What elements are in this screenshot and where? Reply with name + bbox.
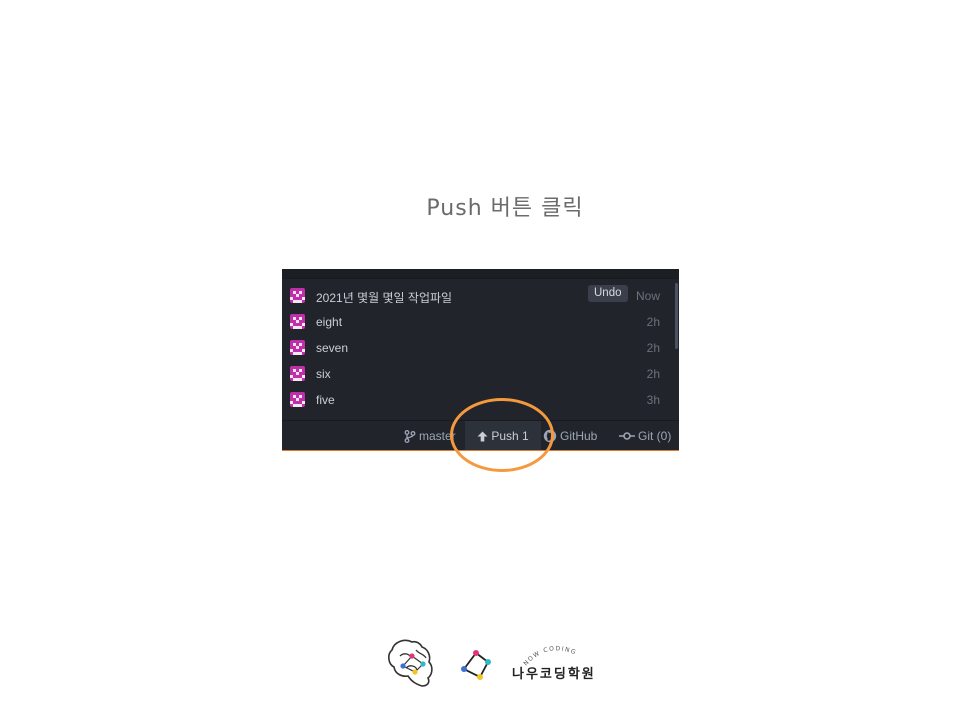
panel-top-bar [282,269,679,279]
commit-time: 2h [646,367,660,381]
git-button[interactable]: Git (0) [619,421,672,450]
commit-message: seven [316,341,349,355]
commit-row[interactable]: eight 2h [282,309,672,335]
git-label: Git (0) [638,429,672,443]
brain-logo-icon [388,639,433,687]
commit-row[interactable]: 2021년 몇월 몇일 작업파일 Undo Now [282,283,672,309]
commit-message: eight [316,315,343,329]
commit-time: 3h [646,393,660,407]
branch-button[interactable]: master [404,421,456,450]
commit-message: five [316,393,335,407]
avatar [290,366,305,381]
slide: Push 버튼 클릭 2021년 몇월 몇일 작업파일 Undo Now eig… [0,0,960,720]
github-label: GitHub [560,429,598,443]
avatar [290,314,305,329]
git-commit-icon [619,432,635,440]
scrollbar[interactable] [675,283,678,349]
git-branch-icon [404,429,416,443]
commit-row[interactable]: seven 2h [282,335,672,361]
diamond-logo-icon [461,650,491,680]
undo-button[interactable]: Undo [588,285,628,302]
commit-time: 2h [646,315,660,329]
slide-title: Push 버튼 클릭 [426,196,584,221]
brand-name: 나우코딩학원 [512,667,596,682]
avatar [290,340,305,355]
commit-message: six [316,367,331,381]
commit-list: 2021년 몇월 몇일 작업파일 Undo Now eight 2h seven… [282,283,672,413]
avatar [290,392,305,407]
commit-message: 2021년 몇월 몇일 작업파일 [316,291,453,305]
brand-logo: NOW CODING 나우코딩학원 [386,636,606,692]
commit-time: Now [635,289,660,303]
push-highlight-ring [450,398,554,472]
commit-time: 2h [646,341,660,355]
commit-row[interactable]: six 2h [282,361,672,387]
avatar [290,288,305,303]
